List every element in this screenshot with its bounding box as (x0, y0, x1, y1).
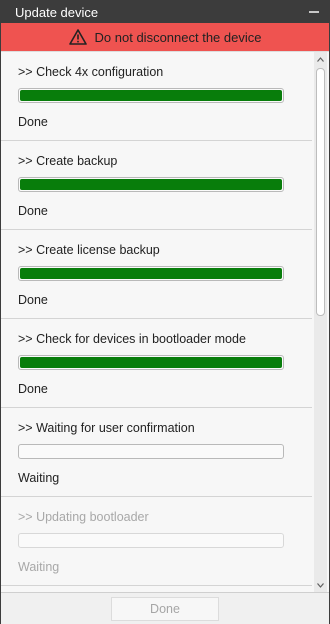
step-label: >> Create backup (18, 154, 118, 168)
step-item: >> Check for devices in bootloader mode … (1, 319, 312, 408)
step-item: >> Updating bootloader Waiting (1, 497, 312, 586)
step-status: Done (18, 115, 48, 129)
scroll-up-arrow[interactable] (314, 52, 327, 66)
step-item: >> Create backup Done (1, 141, 312, 230)
step-status: Done (18, 204, 48, 218)
progress-fill (20, 357, 282, 368)
steps-list: >> Check 4x configuration Done >> Create… (1, 52, 312, 586)
step-label: >> Waiting for user confirmation (18, 421, 195, 435)
scroll-down-arrow[interactable] (314, 578, 327, 592)
minimize-button[interactable] (309, 10, 319, 14)
minimize-icon (309, 11, 319, 13)
chevron-up-icon (317, 56, 324, 62)
progress-fill (20, 179, 282, 190)
step-progress-bar (18, 444, 284, 459)
vertical-scrollbar[interactable] (314, 52, 327, 592)
warning-text: Do not disconnect the device (94, 29, 262, 45)
progress-fill (20, 90, 282, 101)
done-button[interactable]: Done (111, 596, 219, 621)
footer: Done (1, 593, 329, 624)
step-label: >> Check for devices in bootloader mode (18, 332, 246, 346)
step-label: >> Updating bootloader (18, 510, 149, 524)
step-progress-bar (18, 533, 284, 548)
step-item: >> Check 4x configuration Done (1, 52, 312, 141)
step-progress-bar (18, 88, 284, 103)
title-bar: Update device (1, 1, 329, 23)
warning-icon (68, 29, 87, 45)
chevron-down-icon (317, 582, 324, 588)
step-progress-bar (18, 355, 284, 370)
warning-banner: Do not disconnect the device (1, 23, 329, 51)
step-status: Waiting (18, 560, 60, 574)
step-label: >> Check 4x configuration (18, 65, 164, 79)
progress-fill (20, 268, 282, 279)
window-title: Update device (15, 4, 99, 20)
step-progress-bar (18, 266, 284, 281)
step-progress-bar (18, 177, 284, 192)
step-item: >> Create license backup Done (1, 230, 312, 319)
step-status: Waiting (18, 471, 60, 485)
step-label: >> Create license backup (18, 243, 160, 257)
steps-panel: >> Check 4x configuration Done >> Create… (1, 51, 329, 593)
step-item: >> Waiting for user confirmation Waiting (1, 408, 312, 497)
scroll-thumb[interactable] (316, 68, 325, 316)
step-status: Done (18, 293, 48, 307)
step-status: Done (18, 382, 48, 396)
update-device-window: Update device Do not disconnect the devi… (0, 0, 330, 624)
